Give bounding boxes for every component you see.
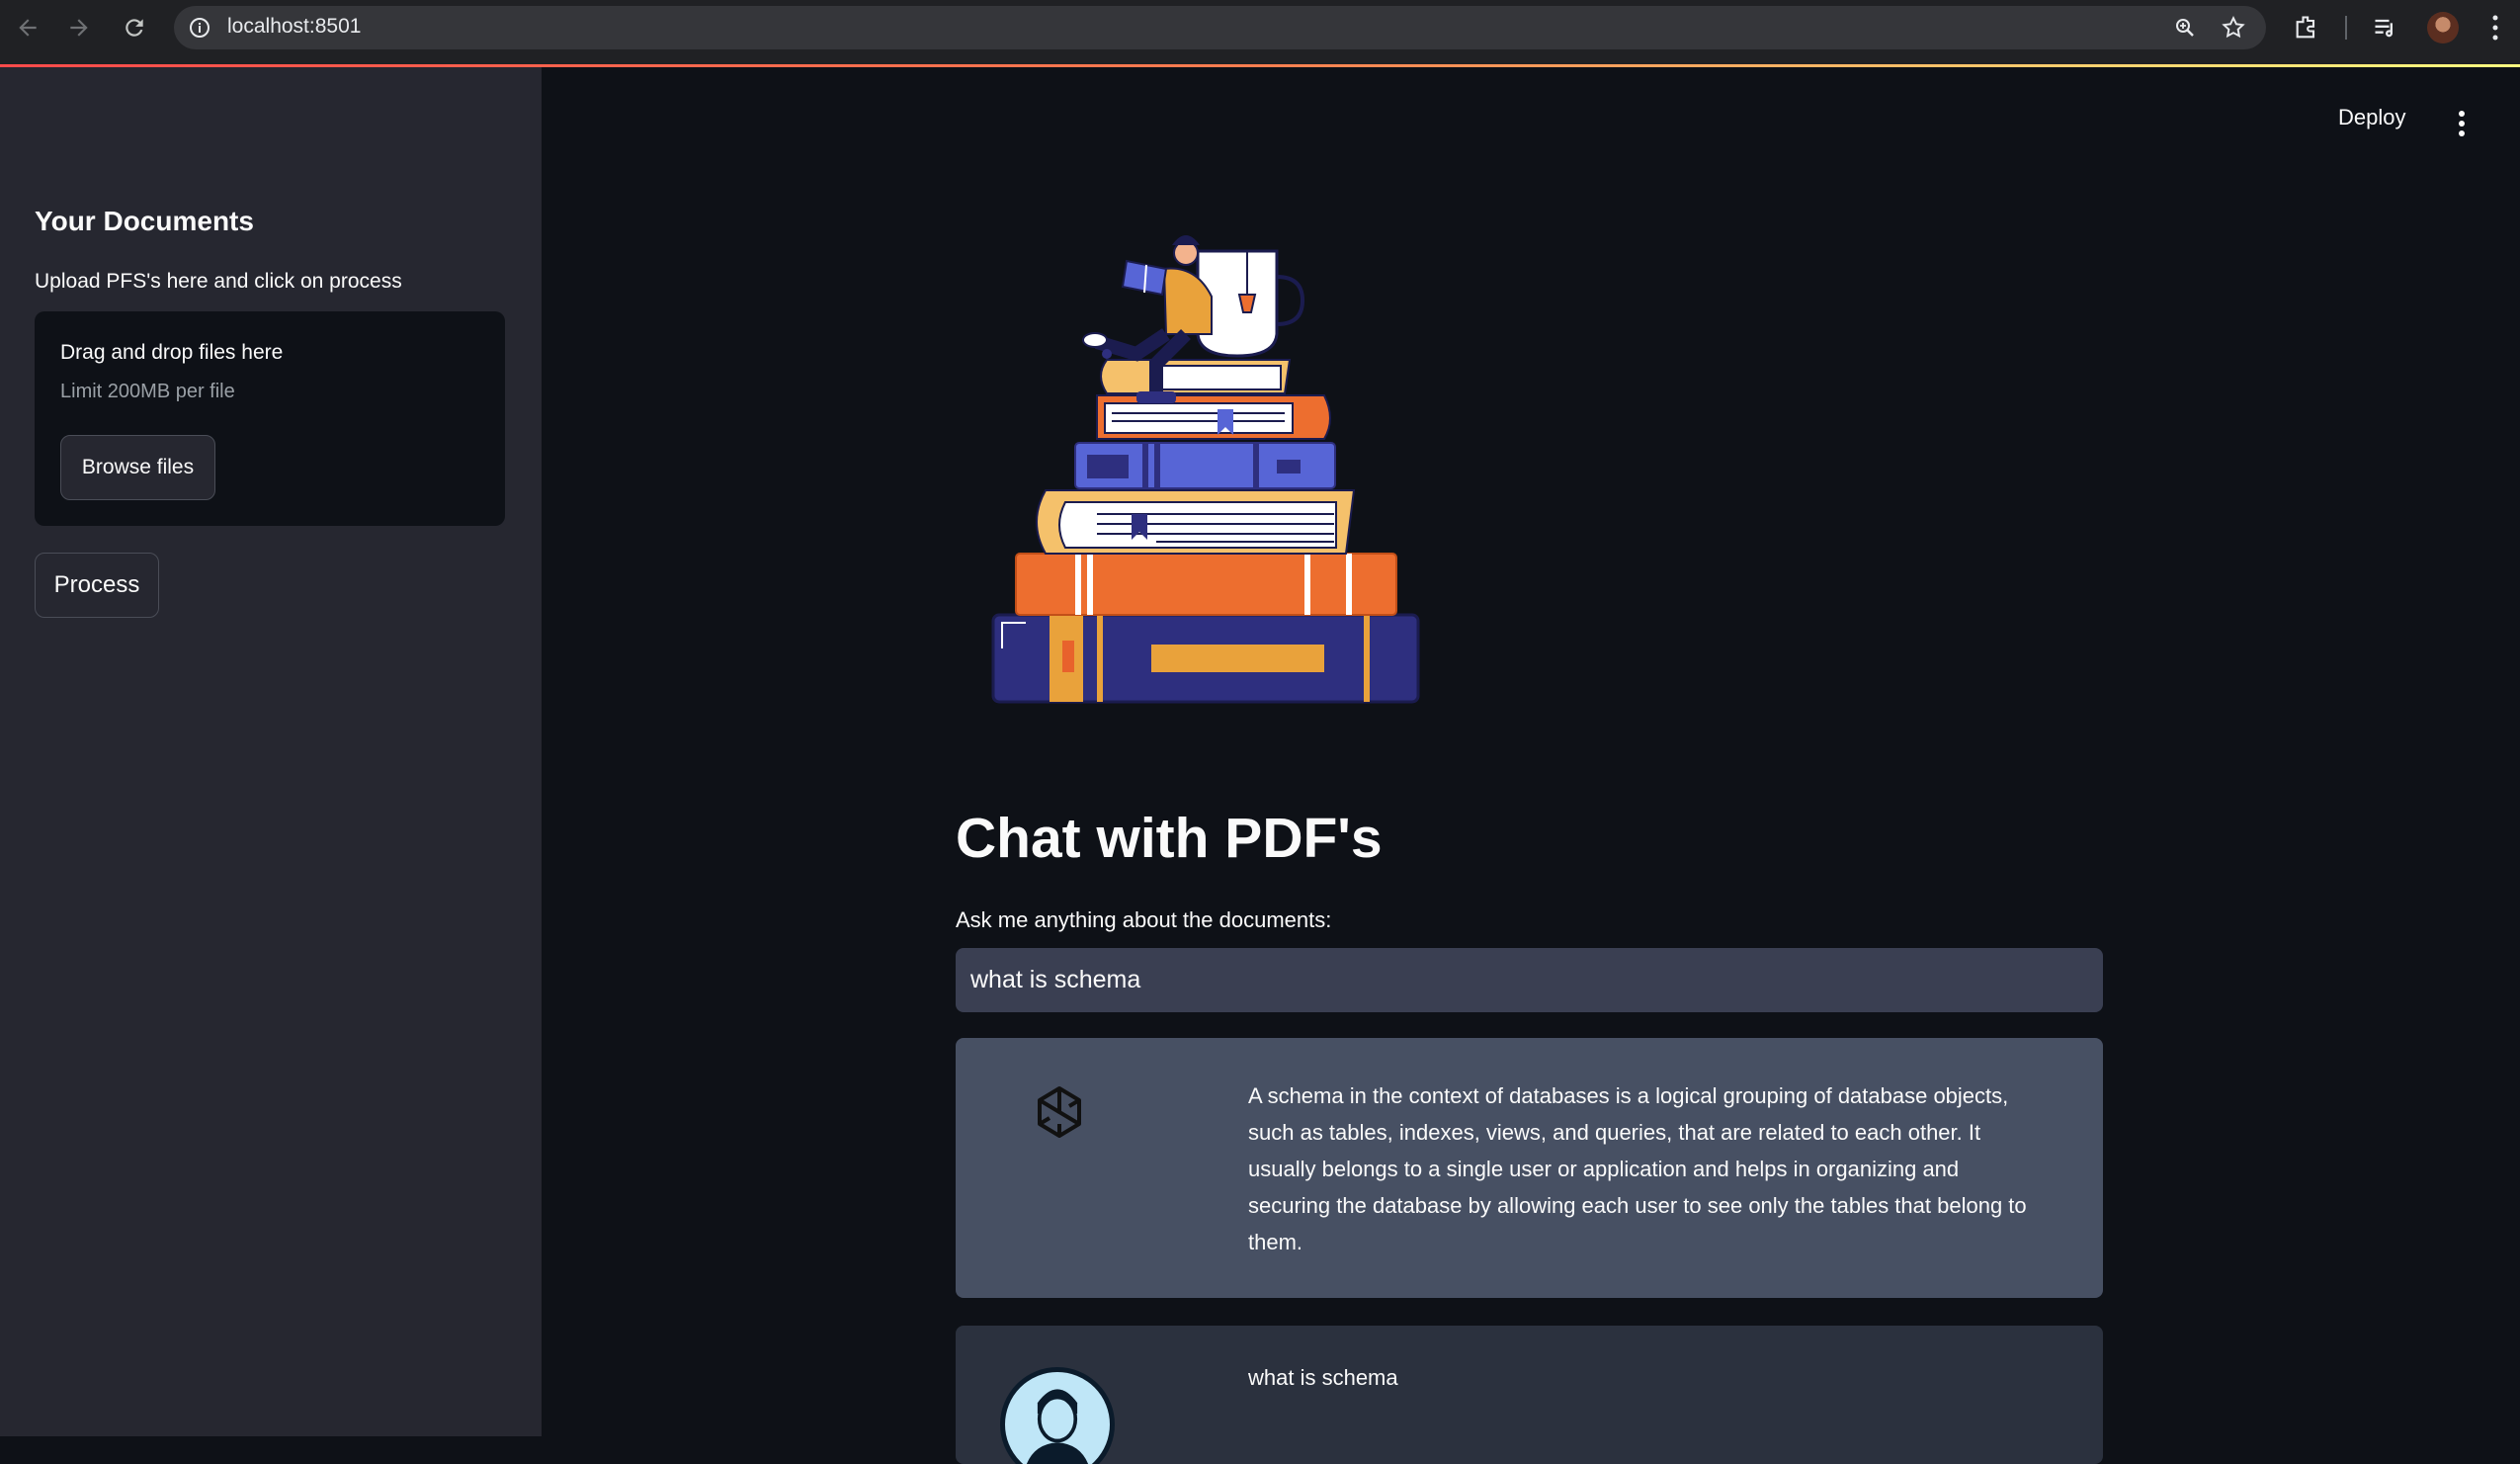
user-message: what is schema xyxy=(956,1326,2103,1464)
main-menu-icon[interactable] xyxy=(2458,111,2466,136)
extensions-icon[interactable] xyxy=(2293,14,2320,42)
process-button[interactable]: Process xyxy=(35,553,159,618)
question-input[interactable]: what is schema xyxy=(956,948,2103,1012)
file-dropzone[interactable]: Drag and drop files here Limit 200MB per… xyxy=(35,311,505,526)
sidebar-subtitle: Upload PFS's here and click on process xyxy=(35,270,402,293)
user-message-text: what is schema xyxy=(1248,1365,1398,1390)
dropzone-title: Drag and drop files here xyxy=(60,341,284,364)
forward-icon[interactable] xyxy=(63,12,95,43)
dropzone-limit: Limit 200MB per file xyxy=(60,381,235,402)
sidebar: Your Documents Upload PFS's here and cli… xyxy=(0,67,542,1436)
media-control-icon[interactable] xyxy=(2372,14,2399,42)
deploy-button[interactable]: Deploy xyxy=(2338,105,2405,130)
bot-message-text: A schema in the context of databases is … xyxy=(1248,1083,2027,1254)
back-icon[interactable] xyxy=(12,12,43,43)
site-info-icon[interactable] xyxy=(188,16,211,40)
profile-avatar-icon[interactable] xyxy=(2427,12,2459,43)
browser-toolbar: localhost:8501 xyxy=(0,0,2520,65)
address-bar[interactable]: localhost:8501 xyxy=(174,6,2266,49)
person-icon xyxy=(1026,1389,1089,1464)
question-label: Ask me anything about the documents: xyxy=(956,907,1332,932)
user-avatar xyxy=(1000,1367,1115,1464)
browse-files-button[interactable]: Browse files xyxy=(60,435,215,500)
zoom-icon[interactable] xyxy=(2173,16,2197,40)
url-text: localhost:8501 xyxy=(227,15,362,38)
reload-icon[interactable] xyxy=(119,12,150,43)
bookmark-star-icon[interactable] xyxy=(2221,15,2246,41)
sidebar-title: Your Documents xyxy=(35,206,254,236)
toolbar-divider xyxy=(2345,16,2347,40)
page-title: Chat with PDF's xyxy=(956,807,1383,870)
books-illustration xyxy=(991,235,1420,704)
browser-menu-icon[interactable] xyxy=(2492,14,2498,42)
openai-icon xyxy=(1038,1086,1081,1138)
bot-message: A schema in the context of databases is … xyxy=(956,1038,2103,1298)
